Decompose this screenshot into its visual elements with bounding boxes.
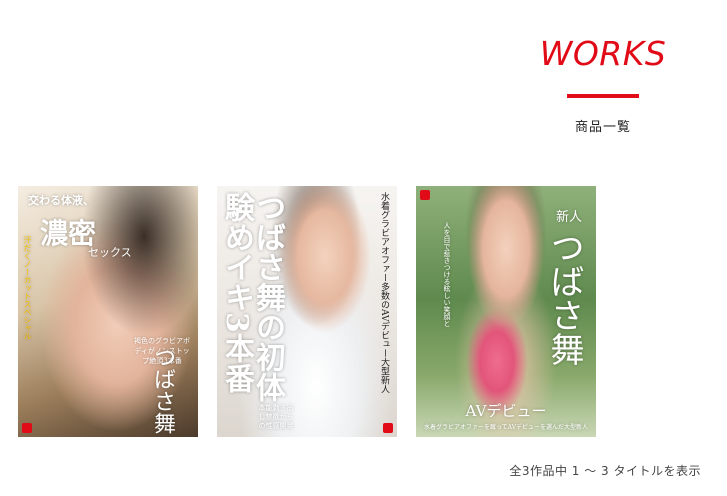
s1-logo-icon bbox=[383, 423, 393, 433]
product-list: 交わる体液、 濃密 セックス 汗だくノーカットスペシャル 褐色のグラビアボディが… bbox=[18, 186, 596, 437]
product-card-3[interactable]: 新人 つばさ舞 人を目で惹きつける眩しい笑顔と AVデビュー 水着グラビアオファ… bbox=[416, 186, 596, 437]
cover-main-title: AVデビュー bbox=[465, 402, 547, 420]
cover-new-label: 新人 bbox=[555, 210, 582, 225]
works-page: WORKS 商品一覧 交わる体液、 濃密 セックス 汗だくノーカットスペシャル … bbox=[0, 0, 727, 496]
product-card-2[interactable]: つばさ舞の初体験めイキ3本番 水着グラビアオファー多数のAVデビュー大型新人 本… bbox=[217, 186, 397, 437]
works-header: WORKS 商品一覧 bbox=[520, 30, 686, 135]
cover-side-text: 人を目で惹きつける眩しい笑顔と bbox=[443, 222, 451, 327]
title-underline bbox=[567, 94, 639, 98]
cover-main-title-2: セックス bbox=[88, 246, 132, 259]
page-title: WORKS bbox=[539, 34, 667, 73]
cover-actress-name: つばさ舞 bbox=[544, 230, 584, 366]
cover-actress-name: つばさ舞 bbox=[150, 346, 175, 434]
cover-side-text: 汗だくノーカットスペシャル bbox=[23, 236, 32, 340]
s1-logo-icon bbox=[22, 423, 32, 433]
result-count-text: 全3作品中 1 〜 3 タイトルを表示 bbox=[509, 464, 701, 478]
cover-tagline: 水着グラビアオファーを蹴ってAVデビューを選んだ大型新人 bbox=[423, 424, 589, 431]
cover-tagline: 本能剥き出し禁欲からの性感開発 bbox=[258, 404, 294, 430]
cover-side-text: 水着グラビアオファー多数のAVデビュー大型新人 bbox=[379, 192, 389, 394]
page-subtitle: 商品一覧 bbox=[574, 120, 631, 135]
s1-logo-icon bbox=[420, 190, 430, 200]
cover-headline: 交わる体液、 bbox=[28, 194, 94, 207]
cover-main-title: つばさ舞の初体験めイキ3本番 bbox=[219, 192, 285, 402]
product-card-1[interactable]: 交わる体液、 濃密 セックス 汗だくノーカットスペシャル 褐色のグラビアボディが… bbox=[18, 186, 198, 437]
